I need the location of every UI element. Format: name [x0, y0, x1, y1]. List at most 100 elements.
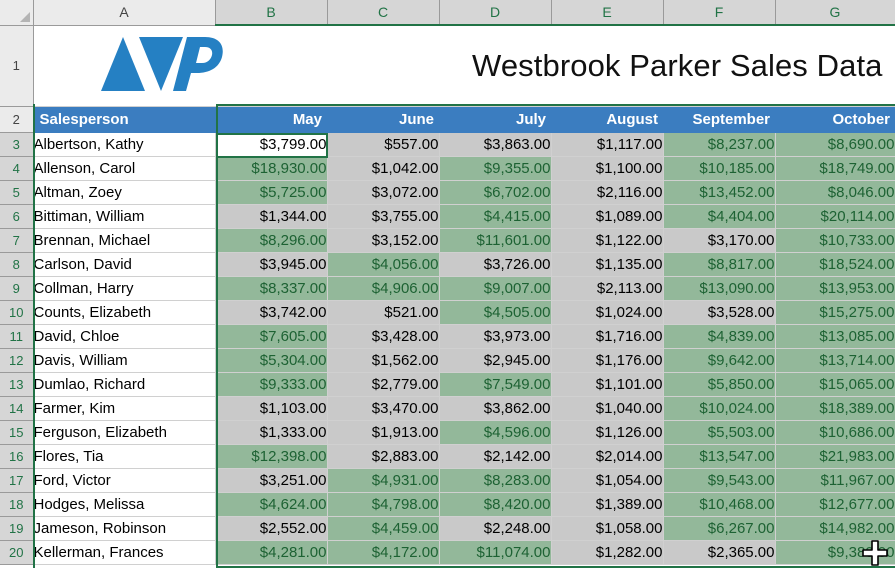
- cell-july[interactable]: $11,074.00: [439, 541, 551, 565]
- cell-july[interactable]: $9,007.00: [439, 277, 551, 301]
- cell-may[interactable]: $1,103.00: [215, 397, 327, 421]
- row-header-10[interactable]: 10: [0, 301, 33, 325]
- cell-june[interactable]: $2,779.00: [327, 373, 439, 397]
- column-header-c[interactable]: C: [327, 0, 439, 25]
- row-header-16[interactable]: 16: [0, 445, 33, 469]
- cell-august[interactable]: $1,176.00: [551, 349, 663, 373]
- row-header-14[interactable]: 14: [0, 397, 33, 421]
- cell-july[interactable]: $3,863.00: [439, 133, 551, 157]
- cell-june[interactable]: $4,056.00: [327, 253, 439, 277]
- cell-july[interactable]: $7,549.00: [439, 373, 551, 397]
- cell-september[interactable]: $9,543.00: [663, 469, 775, 493]
- row-header-7[interactable]: 7: [0, 229, 33, 253]
- cell-august[interactable]: $1,058.00: [551, 517, 663, 541]
- row-header-4[interactable]: 4: [0, 157, 33, 181]
- cell-october[interactable]: $13,714.00: [775, 349, 895, 373]
- cell-september[interactable]: $2,365.00: [663, 541, 775, 565]
- cell-july[interactable]: $2,142.00: [439, 445, 551, 469]
- cell-may[interactable]: $3,799.00: [215, 133, 327, 157]
- cell-salesperson[interactable]: Flores, Tia: [33, 445, 215, 469]
- cell-august[interactable]: $1,389.00: [551, 493, 663, 517]
- row-header-5[interactable]: 5: [0, 181, 33, 205]
- row-header-3[interactable]: 3: [0, 133, 33, 157]
- cell-june[interactable]: $521.00: [327, 301, 439, 325]
- cell-salesperson[interactable]: Jameson, Robinson: [33, 517, 215, 541]
- cell-august[interactable]: $1,135.00: [551, 253, 663, 277]
- cell-october[interactable]: $18,389.00: [775, 397, 895, 421]
- cell-september[interactable]: $5,850.00: [663, 373, 775, 397]
- cell-may[interactable]: $4,281.00: [215, 541, 327, 565]
- cell-june[interactable]: $3,428.00: [327, 325, 439, 349]
- cell-may[interactable]: $5,304.00: [215, 349, 327, 373]
- cell-july[interactable]: $3,973.00: [439, 325, 551, 349]
- cell-may[interactable]: $4,624.00: [215, 493, 327, 517]
- cell-july[interactable]: $6,702.00: [439, 181, 551, 205]
- cell-october[interactable]: $13,953.00: [775, 277, 895, 301]
- cell-july[interactable]: $9,355.00: [439, 157, 551, 181]
- cell-may[interactable]: $12,398.00: [215, 445, 327, 469]
- cell-october[interactable]: $9,380.00: [775, 541, 895, 565]
- cell-august[interactable]: $1,040.00: [551, 397, 663, 421]
- cell-august[interactable]: $2,113.00: [551, 277, 663, 301]
- cell-july[interactable]: $8,420.00: [439, 493, 551, 517]
- column-header-d[interactable]: D: [439, 0, 551, 25]
- cell-june[interactable]: $1,913.00: [327, 421, 439, 445]
- cell-october[interactable]: $21,983.00: [775, 445, 895, 469]
- cell-august[interactable]: $1,101.00: [551, 373, 663, 397]
- cell-august[interactable]: $1,716.00: [551, 325, 663, 349]
- cell-may[interactable]: $1,333.00: [215, 421, 327, 445]
- cell-october[interactable]: $11,967.00: [775, 469, 895, 493]
- row-header-6[interactable]: 6: [0, 205, 33, 229]
- cell-october[interactable]: $18,749.00: [775, 157, 895, 181]
- cell-may[interactable]: $8,296.00: [215, 229, 327, 253]
- cell-may[interactable]: $3,945.00: [215, 253, 327, 277]
- cell-july[interactable]: $4,415.00: [439, 205, 551, 229]
- cell-salesperson[interactable]: Davis, William: [33, 349, 215, 373]
- cell-october[interactable]: $20,114.00: [775, 205, 895, 229]
- cell-september[interactable]: $6,267.00: [663, 517, 775, 541]
- cell-salesperson[interactable]: Brennan, Michael: [33, 229, 215, 253]
- cell-october[interactable]: $15,275.00: [775, 301, 895, 325]
- cell-salesperson[interactable]: Bittiman, William: [33, 205, 215, 229]
- cell-salesperson[interactable]: Albertson, Kathy: [33, 133, 215, 157]
- cell-june[interactable]: $3,152.00: [327, 229, 439, 253]
- cell-july[interactable]: $3,726.00: [439, 253, 551, 277]
- select-all-corner[interactable]: [0, 0, 33, 25]
- row-header-9[interactable]: 9: [0, 277, 33, 301]
- cell-august[interactable]: $2,116.00: [551, 181, 663, 205]
- row-header-20[interactable]: 20: [0, 541, 33, 565]
- row-header-15[interactable]: 15: [0, 421, 33, 445]
- cell-october[interactable]: $8,046.00: [775, 181, 895, 205]
- cell-june[interactable]: $1,562.00: [327, 349, 439, 373]
- cell-july[interactable]: $3,862.00: [439, 397, 551, 421]
- cell-june[interactable]: $3,470.00: [327, 397, 439, 421]
- cell-june[interactable]: $4,798.00: [327, 493, 439, 517]
- cell-may[interactable]: $7,605.00: [215, 325, 327, 349]
- cell-july[interactable]: $8,283.00: [439, 469, 551, 493]
- cell-salesperson[interactable]: Altman, Zoey: [33, 181, 215, 205]
- cell-june[interactable]: $4,931.00: [327, 469, 439, 493]
- cell-october[interactable]: $13,085.00: [775, 325, 895, 349]
- cell-may[interactable]: $3,742.00: [215, 301, 327, 325]
- cell-october[interactable]: $10,686.00: [775, 421, 895, 445]
- row-header-18[interactable]: 18: [0, 493, 33, 517]
- cell-salesperson[interactable]: Kellerman, Frances: [33, 541, 215, 565]
- cell-salesperson[interactable]: Ferguson, Elizabeth: [33, 421, 215, 445]
- cell-september[interactable]: $3,528.00: [663, 301, 775, 325]
- cell-may[interactable]: $8,337.00: [215, 277, 327, 301]
- cell-june[interactable]: $1,042.00: [327, 157, 439, 181]
- cell-september[interactable]: $3,170.00: [663, 229, 775, 253]
- cell-may[interactable]: $9,333.00: [215, 373, 327, 397]
- cell-august[interactable]: $2,014.00: [551, 445, 663, 469]
- column-header-g[interactable]: G: [775, 0, 895, 25]
- cell-september[interactable]: $5,503.00: [663, 421, 775, 445]
- cell-october[interactable]: $12,677.00: [775, 493, 895, 517]
- cell-may[interactable]: $18,930.00: [215, 157, 327, 181]
- cell-july[interactable]: $11,601.00: [439, 229, 551, 253]
- row-header-19[interactable]: 19: [0, 517, 33, 541]
- cell-june[interactable]: $2,883.00: [327, 445, 439, 469]
- cell-salesperson[interactable]: Ford, Victor: [33, 469, 215, 493]
- cell-july[interactable]: $2,248.00: [439, 517, 551, 541]
- cell-july[interactable]: $4,505.00: [439, 301, 551, 325]
- cell-september[interactable]: $10,024.00: [663, 397, 775, 421]
